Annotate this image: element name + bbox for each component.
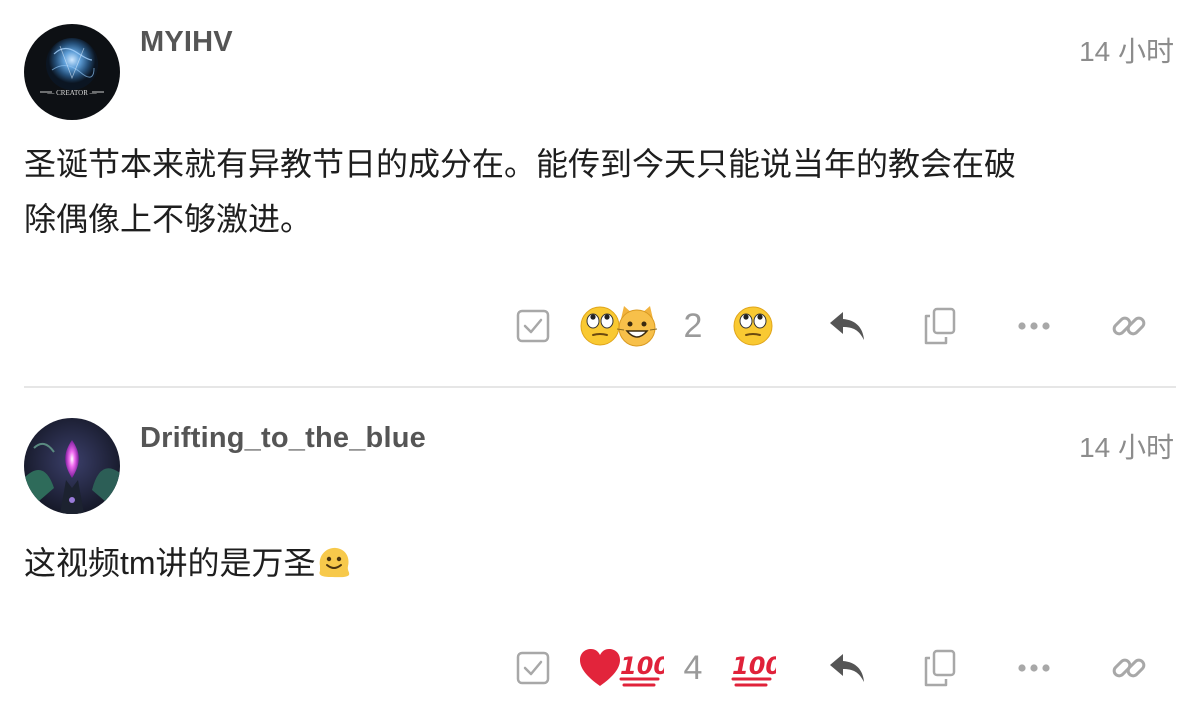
checkbox-icon bbox=[516, 651, 550, 685]
username[interactable]: Drifting_to_the_blue bbox=[140, 422, 426, 455]
post-body: 这视频tm讲的是万圣 bbox=[24, 536, 1174, 597]
copy-button[interactable] bbox=[918, 296, 962, 356]
purple-flame-avatar-image bbox=[24, 418, 120, 514]
select-checkbox[interactable] bbox=[512, 638, 554, 698]
creator-avatar-image: — CREATOR — bbox=[24, 24, 120, 120]
post-time[interactable]: 14 小时 bbox=[1079, 426, 1174, 466]
post-actions: 100 4 100 bbox=[0, 638, 1200, 698]
reply-arrow-icon bbox=[830, 654, 864, 682]
svg-text:100: 100 bbox=[620, 652, 664, 680]
share-link-button[interactable] bbox=[1106, 296, 1152, 356]
reply-button[interactable] bbox=[822, 638, 872, 698]
avatar[interactable] bbox=[24, 418, 120, 514]
post-body-line: 圣诞节本来就有异教节日的成分在。能传到今天只能说当年的教会在破 bbox=[24, 146, 1017, 182]
avatar[interactable]: — CREATOR — bbox=[24, 24, 120, 120]
post-body-text: 这视频tm讲的是万圣 bbox=[24, 545, 316, 581]
post-actions: 2 bbox=[0, 296, 1200, 356]
reaction-count[interactable]: 2 bbox=[676, 296, 710, 356]
post-time[interactable]: 14 小时 bbox=[1079, 30, 1174, 70]
post-body-line: 除偶像上不够激进。 bbox=[24, 201, 313, 237]
more-dots-icon bbox=[1018, 322, 1050, 330]
react-button[interactable] bbox=[728, 296, 778, 356]
post-body: 圣诞节本来就有异教节日的成分在。能传到今天只能说当年的教会在破 除偶像上不够激进… bbox=[24, 137, 1174, 247]
svg-text:100: 100 bbox=[732, 652, 776, 680]
reply-arrow-icon bbox=[830, 312, 864, 340]
copy-icon bbox=[924, 307, 956, 345]
checkbox-icon bbox=[516, 309, 550, 343]
reactions-summary[interactable] bbox=[578, 296, 668, 356]
hundred-points-emoji: 100 bbox=[619, 652, 664, 687]
red-heart-emoji bbox=[580, 649, 620, 686]
username[interactable]: MYIHV bbox=[140, 26, 233, 59]
post-2: Drifting_to_the_blue 14 小时 这视频tm讲的是万圣 10… bbox=[0, 388, 1200, 723]
more-button[interactable] bbox=[1012, 638, 1056, 698]
face-with-rolling-eyes-emoji bbox=[733, 306, 773, 346]
more-dots-icon bbox=[1018, 664, 1050, 672]
avatar-label: — CREATOR — bbox=[46, 89, 97, 97]
reaction-count[interactable]: 4 bbox=[676, 638, 710, 698]
share-link-button[interactable] bbox=[1106, 638, 1152, 698]
reply-button[interactable] bbox=[822, 296, 872, 356]
copy-button[interactable] bbox=[918, 638, 962, 698]
link-icon bbox=[1112, 658, 1146, 678]
link-icon bbox=[1112, 316, 1146, 336]
melting-face-emoji bbox=[316, 542, 352, 597]
post-1: — CREATOR — MYIHV 14 小时 圣诞节本来就有异教节日的成分在。… bbox=[0, 0, 1200, 388]
copy-icon bbox=[924, 649, 956, 687]
hundred-points-emoji: 100 bbox=[731, 652, 776, 687]
react-button[interactable]: 100 bbox=[728, 638, 778, 698]
select-checkbox[interactable] bbox=[512, 296, 554, 356]
more-button[interactable] bbox=[1012, 296, 1056, 356]
grinning-cat-emoji bbox=[616, 306, 658, 347]
reactions-summary[interactable]: 100 bbox=[578, 638, 668, 698]
